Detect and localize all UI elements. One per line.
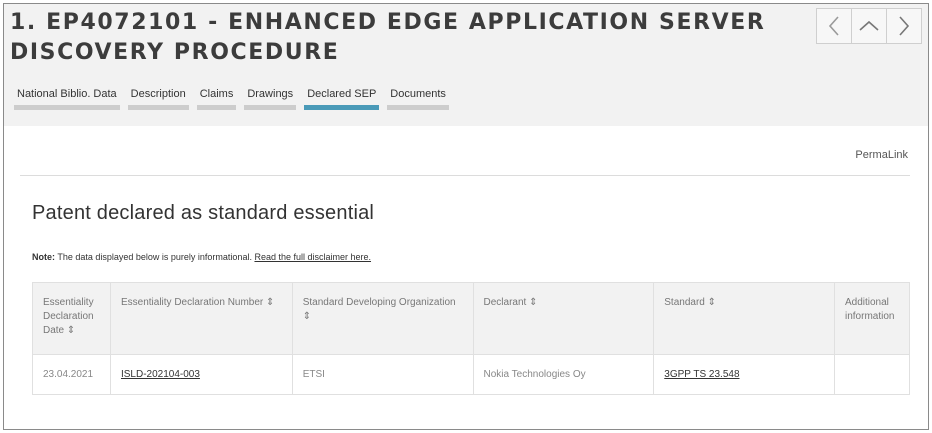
tab-bar: National Biblio. Data Description Claims… bbox=[14, 88, 457, 110]
cell-organization: ETSI bbox=[291, 354, 474, 395]
permalink-link[interactable]: PermaLink bbox=[855, 149, 908, 161]
cell-date: 23.04.2021 bbox=[32, 354, 111, 395]
section-title: Patent declared as standard essential bbox=[32, 202, 375, 224]
tab-label: National Biblio. Data bbox=[17, 88, 117, 100]
sep-table: Essentiality Declaration Date ⇕ Essentia… bbox=[32, 282, 911, 395]
standard-link[interactable]: 3GPP TS 23.548 bbox=[664, 369, 739, 380]
chevron-up-icon bbox=[859, 20, 879, 31]
column-header-declarant[interactable]: Declarant ⇕ bbox=[472, 282, 655, 355]
cell-declarant: Nokia Technologies Oy bbox=[472, 354, 655, 395]
tab-national-biblio-data[interactable]: National Biblio. Data bbox=[14, 88, 120, 110]
result-navigation bbox=[816, 8, 922, 44]
table-header-row: Essentiality Declaration Date ⇕ Essentia… bbox=[32, 282, 911, 355]
tab-indicator bbox=[127, 105, 189, 110]
tab-indicator bbox=[196, 105, 237, 110]
tab-label: Documents bbox=[390, 88, 446, 100]
column-header-organization[interactable]: Standard Developing Organization ⇕ bbox=[291, 282, 474, 355]
header: 1. EP4072101 - ENHANCED EDGE APPLICATION… bbox=[4, 4, 928, 126]
column-header-additional-info: Additional information bbox=[833, 282, 911, 355]
tab-indicator bbox=[244, 105, 297, 110]
note-label: Note: bbox=[32, 252, 55, 262]
tab-label: Description bbox=[130, 88, 186, 100]
column-header-standard[interactable]: Standard ⇕ bbox=[653, 282, 835, 355]
previous-button[interactable] bbox=[816, 8, 852, 44]
tab-label: Claims bbox=[199, 88, 234, 100]
page-title: 1. EP4072101 - ENHANCED EDGE APPLICATION… bbox=[10, 10, 766, 65]
column-header-number[interactable]: Essentiality Declaration Number ⇕ bbox=[109, 282, 293, 355]
note-text: The data displayed below is purely infor… bbox=[55, 252, 255, 262]
tab-indicator bbox=[387, 105, 449, 110]
disclaimer-note: Note: The data displayed below is purely… bbox=[32, 252, 371, 262]
tab-claims[interactable]: Claims bbox=[196, 88, 237, 110]
up-button[interactable] bbox=[851, 8, 887, 44]
tab-drawings[interactable]: Drawings bbox=[244, 88, 297, 110]
chevron-left-icon bbox=[828, 16, 839, 36]
cell-standard: 3GPP TS 23.548 bbox=[653, 354, 835, 395]
tab-label: Drawings bbox=[247, 88, 294, 100]
next-button[interactable] bbox=[886, 8, 922, 44]
declaration-number-link[interactable]: ISLD-202104-003 bbox=[121, 369, 200, 380]
tab-indicator bbox=[14, 105, 120, 110]
cell-number: ISLD-202104-003 bbox=[109, 354, 293, 395]
divider bbox=[20, 175, 910, 176]
column-header-date[interactable]: Essentiality Declaration Date ⇕ bbox=[32, 282, 111, 355]
disclaimer-link[interactable]: Read the full disclaimer here. bbox=[254, 252, 371, 262]
cell-additional-info bbox=[833, 354, 911, 395]
tab-label: Declared SEP bbox=[307, 88, 377, 100]
tab-documents[interactable]: Documents bbox=[387, 88, 449, 110]
page-frame: 1. EP4072101 - ENHANCED EDGE APPLICATION… bbox=[3, 3, 929, 430]
tab-indicator bbox=[304, 105, 380, 110]
table-row: 23.04.2021 ISLD-202104-003 ETSI Nokia Te… bbox=[32, 354, 911, 395]
tab-content: PermaLink Patent declared as standard es… bbox=[12, 126, 920, 426]
tab-description[interactable]: Description bbox=[127, 88, 189, 110]
tab-declared-sep[interactable]: Declared SEP bbox=[304, 88, 380, 110]
chevron-right-icon bbox=[899, 16, 910, 36]
